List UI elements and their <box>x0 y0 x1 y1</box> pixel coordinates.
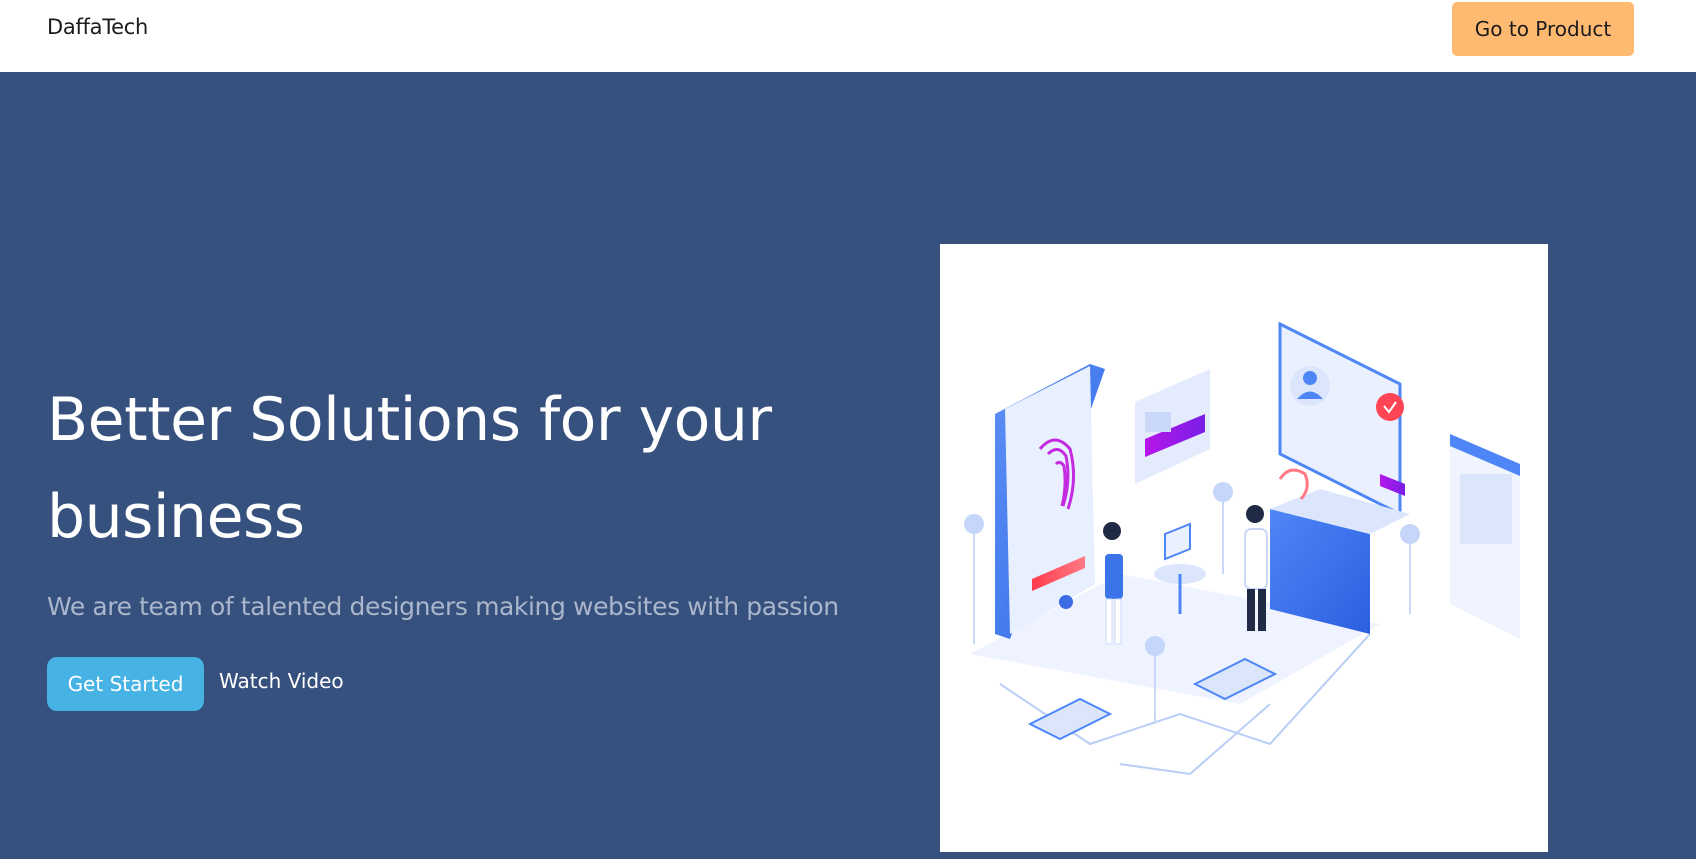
get-started-button[interactable]: Get Started <box>47 657 204 711</box>
navbar: DaffaTech Go to Product <box>0 0 1696 72</box>
go-to-product-button[interactable]: Go to Product <box>1452 2 1634 56</box>
brand-logo[interactable]: DaffaTech <box>47 15 148 39</box>
security-isometric-illustration-icon <box>964 321 1520 776</box>
watch-video-link[interactable]: Watch Video <box>219 669 344 693</box>
hero-subtitle: We are team of talented designers making… <box>47 592 839 621</box>
hero-title: Better Solutions for your business <box>47 385 772 552</box>
hero-illustration <box>940 244 1548 852</box>
hero-section: Better Solutions for your business We ar… <box>0 72 1696 859</box>
